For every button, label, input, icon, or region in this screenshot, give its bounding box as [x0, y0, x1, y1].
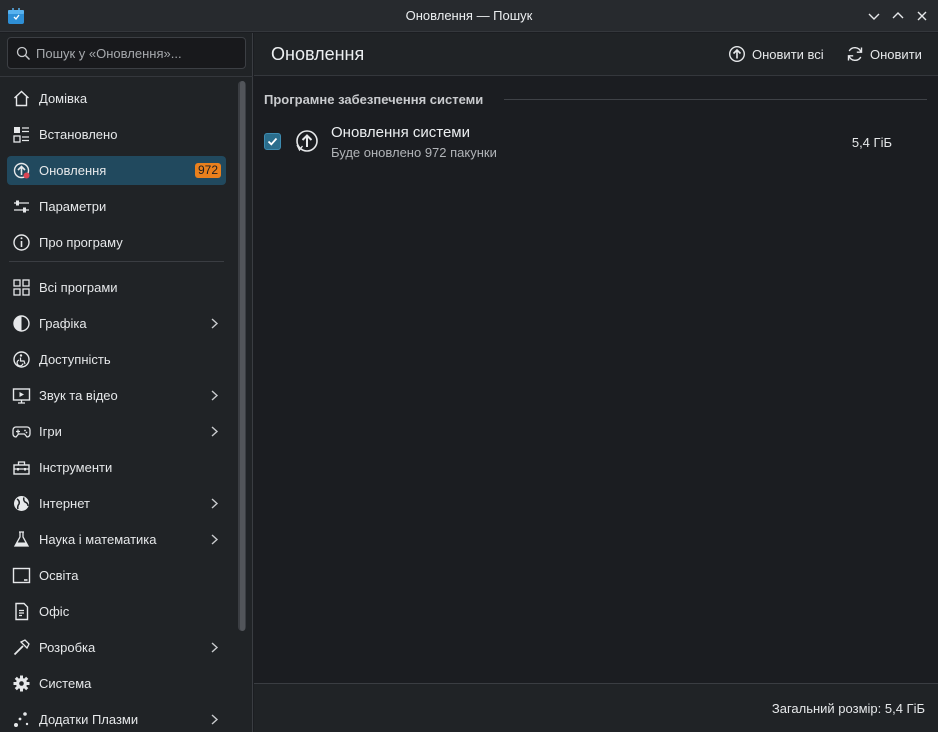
divider [504, 99, 927, 100]
refresh-icon [847, 46, 863, 62]
update-all-label: Оновити всі [752, 46, 824, 62]
sidebar-item-accessibility[interactable]: Доступність [7, 345, 226, 374]
flask-icon [13, 531, 30, 547]
sidebar-item-system[interactable]: Система [7, 669, 226, 698]
status-footer: Загальний розмір: 5,4 ГіБ [254, 683, 938, 732]
divider [0, 76, 253, 77]
plasma-addons-icon [14, 712, 29, 727]
sidebar-item-games[interactable]: Ігри [7, 417, 226, 446]
sidebar-item-updates[interactable]: Оновлення 972 [7, 156, 226, 185]
sidebar-item-label: Про програму [39, 235, 123, 250]
chevron-right-icon [211, 318, 219, 329]
sidebar-item-label: Всі програми [39, 280, 118, 295]
education-icon [12, 567, 31, 584]
installed-icon [13, 127, 29, 143]
chevron-right-icon [211, 498, 219, 509]
updates-count-badge: 972 [194, 163, 221, 178]
section-title: Програмне забезпечення системи [264, 92, 484, 107]
minimize-icon [868, 13, 880, 20]
gear-icon [13, 675, 30, 692]
sidebar-item-settings[interactable]: Параметри [7, 192, 226, 221]
checkmark-icon [267, 137, 278, 146]
accessibility-icon [13, 351, 30, 368]
sidebar-item-label: Доступність [39, 352, 111, 367]
system-update-icon [296, 130, 318, 152]
sidebar-item-label: Освіта [39, 568, 79, 583]
sidebar-item-internet[interactable]: Інтернет [7, 489, 226, 518]
graphics-icon [13, 315, 30, 332]
maximize-button[interactable] [888, 6, 908, 26]
sidebar-item-utilities[interactable]: Інструменти [7, 453, 226, 482]
sidebar-item-label: Розробка [39, 640, 96, 655]
sidebar-item-label: Параметри [39, 199, 107, 214]
search-placeholder: Пошук у «Оновлення»... [36, 46, 182, 61]
sidebar-item-office[interactable]: Офіс [7, 597, 226, 626]
update-name: Оновлення системи [331, 124, 470, 141]
total-size-label: Загальний розмір: 5,4 ГіБ [771, 701, 925, 716]
close-icon [917, 11, 927, 21]
sidebar-item-label: Ігри [39, 424, 62, 439]
sidebar-item-label: Додатки Плазми [39, 712, 139, 727]
update-description: Буде оновлено 972 пакунки [331, 145, 497, 160]
sidebar-item-education[interactable]: Освіта [7, 561, 226, 590]
divider [9, 261, 224, 262]
update-all-button[interactable]: Оновити всі [728, 42, 824, 66]
sidebar-item-label: Система [39, 676, 92, 691]
sidebar-item-all-apps[interactable]: Всі програми [7, 273, 226, 302]
system-update-checkbox[interactable] [264, 133, 281, 150]
title-bar: Оновлення — Пошук [0, 0, 938, 32]
sidebar-item-label: Встановлено [39, 127, 118, 142]
toolbox-icon [13, 461, 30, 475]
globe-icon [14, 496, 29, 511]
refresh-label: Оновити [870, 46, 922, 62]
sidebar-item-label: Наука і математика [39, 532, 157, 547]
chevron-right-icon [211, 534, 219, 545]
window-title: Оновлення — Пошук [405, 8, 533, 23]
sidebar-item-installed[interactable]: Встановлено [7, 120, 226, 149]
page-header: Оновлення Оновити всі Оновити [254, 33, 938, 76]
sidebar-item-development[interactable]: Розробка [7, 633, 226, 662]
maximize-icon [892, 12, 904, 19]
updates-list: Програмне забезпечення системи Оновлення… [254, 77, 938, 683]
grid-icon [13, 279, 30, 296]
search-input[interactable]: Пошук у «Оновлення»... [7, 37, 246, 69]
chevron-right-icon [211, 714, 219, 725]
settings-sliders-icon [14, 200, 29, 213]
hammer-icon [13, 639, 30, 656]
page-title: Оновлення [271, 44, 365, 64]
sidebar: Пошук у «Оновлення»... Домівка Встановле… [0, 33, 253, 732]
sidebar-item-label: Домівка [39, 91, 88, 106]
sidebar-item-label: Офіс [39, 604, 70, 619]
sidebar-item-label: Графіка [39, 316, 87, 331]
sidebar-item-label: Звук та відео [39, 388, 118, 403]
info-icon [13, 234, 30, 251]
sidebar-item-home[interactable]: Домівка [7, 84, 226, 113]
chevron-right-icon [211, 426, 219, 437]
minimize-button[interactable] [864, 6, 884, 26]
multimedia-icon [12, 388, 31, 404]
home-icon [14, 90, 29, 107]
chevron-right-icon [211, 390, 219, 401]
updates-icon [13, 162, 30, 179]
refresh-button[interactable]: Оновити [846, 42, 922, 66]
gamepad-icon [12, 426, 31, 438]
sidebar-item-plasma-addons[interactable]: Додатки Плазми [7, 705, 226, 732]
sidebar-scrollbar-thumb[interactable] [240, 81, 245, 631]
sidebar-item-multimedia[interactable]: Звук та відео [7, 381, 226, 410]
update-size: 5,4 ГіБ [851, 135, 892, 150]
sidebar-item-label: Інтернет [39, 496, 90, 511]
sidebar-item-label: Інструменти [39, 460, 113, 475]
office-icon [15, 602, 29, 621]
sidebar-item-science[interactable]: Наука і математика [7, 525, 226, 554]
sidebar-item-graphics[interactable]: Графіка [7, 309, 226, 338]
sidebar-item-about[interactable]: Про програму [7, 228, 226, 257]
sidebar-item-label: Оновлення [39, 163, 107, 178]
update-all-icon [728, 45, 746, 63]
search-icon [16, 46, 31, 61]
close-button[interactable] [912, 6, 932, 26]
chevron-right-icon [211, 642, 219, 653]
